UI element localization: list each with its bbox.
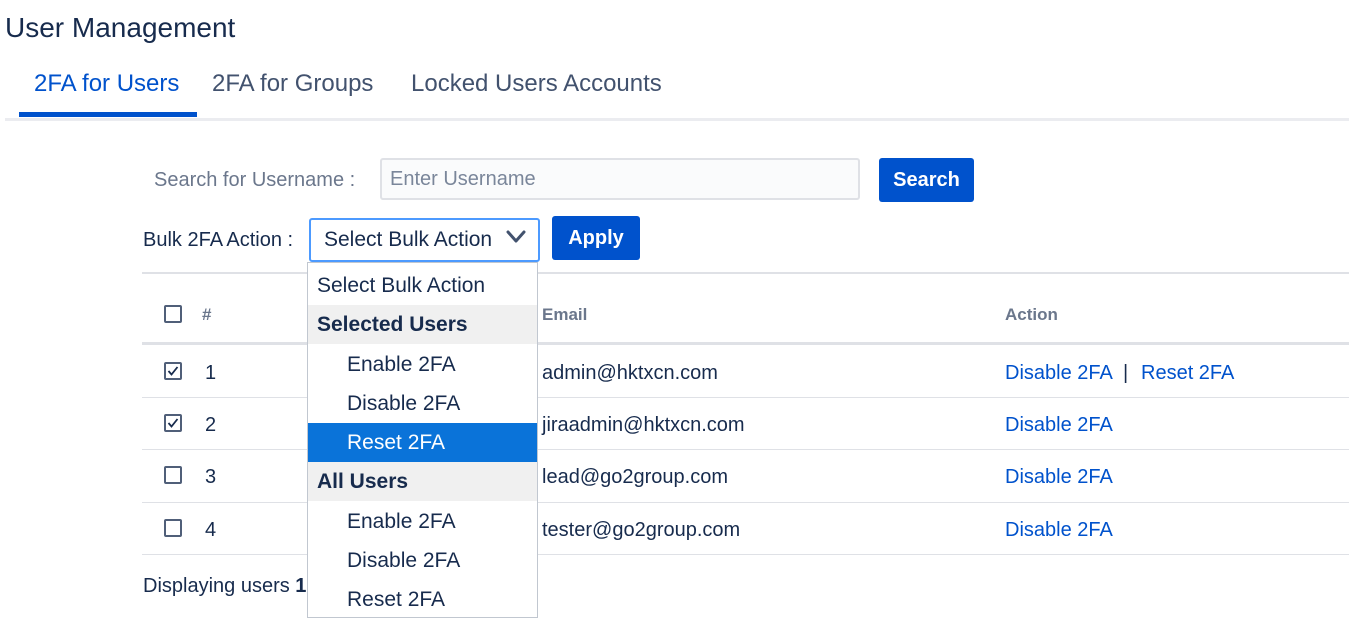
row-email: tester@go2group.com (542, 519, 741, 541)
search-button[interactable]: Search (879, 158, 974, 202)
row-email: jiraadmin@hktxcn.com (542, 414, 745, 436)
option-selected-enable-2fa[interactable]: Enable 2FA (308, 345, 537, 384)
checkmark-icon (167, 418, 179, 428)
chevron-down-icon (506, 230, 526, 243)
disable-2fa-link[interactable]: Disable 2FA (1005, 519, 1113, 542)
row-index: 4 (205, 519, 217, 541)
disable-2fa-link[interactable]: Disable 2FA (1005, 362, 1113, 385)
row-index: 3 (205, 466, 217, 488)
row-checkbox[interactable] (164, 519, 182, 537)
apply-button[interactable]: Apply (552, 216, 640, 260)
option-all-reset-2fa[interactable]: Reset 2FA (308, 580, 537, 619)
search-label: Search for Username : (154, 169, 356, 191)
tab-2fa-for-users[interactable]: 2FA for Users (34, 66, 179, 118)
tab-locked-users-accounts[interactable]: Locked Users Accounts (411, 66, 662, 118)
optgroup-all-users: All Users (308, 462, 537, 501)
bulk-action-selected-value: Select Bulk Action (324, 228, 493, 251)
row-email: admin@hktxcn.com (542, 362, 718, 384)
pagination-summary: Displaying users 1 (143, 575, 306, 598)
pagination-count: 1 (295, 575, 307, 597)
disable-2fa-link[interactable]: Disable 2FA (1005, 414, 1113, 437)
optgroup-selected-users: Selected Users (308, 305, 537, 344)
option-all-disable-2fa[interactable]: Disable 2FA (308, 541, 537, 580)
column-header-email: Email (542, 305, 588, 324)
row-checkbox[interactable] (164, 414, 182, 432)
row-index: 1 (205, 362, 217, 384)
username-search-input[interactable] (380, 158, 860, 200)
column-header-index: # (202, 305, 212, 324)
bulk-action-dropdown: Select Bulk Action Selected Users Enable… (307, 262, 538, 618)
option-selected-disable-2fa[interactable]: Disable 2FA (308, 384, 537, 423)
active-tab-indicator (19, 112, 197, 117)
action-separator: | (1123, 362, 1129, 384)
select-all-checkbox[interactable] (164, 305, 182, 323)
pagination-prefix: Displaying users (143, 575, 290, 597)
row-checkbox[interactable] (164, 466, 182, 484)
bulk-action-label: Bulk 2FA Action : (143, 229, 294, 251)
option-all-enable-2fa[interactable]: Enable 2FA (308, 502, 537, 541)
column-header-action: Action (1005, 305, 1058, 324)
row-email: lead@go2group.com (542, 466, 728, 488)
row-checkbox[interactable] (164, 362, 182, 380)
tab-2fa-for-groups[interactable]: 2FA for Groups (212, 66, 373, 118)
page-title: User Management (5, 12, 236, 43)
disable-2fa-link[interactable]: Disable 2FA (1005, 466, 1113, 489)
tab-bar: 2FA for Users 2FA for Groups Locked User… (5, 66, 1349, 121)
option-selected-reset-2fa[interactable]: Reset 2FA (308, 423, 537, 462)
row-index: 2 (205, 414, 217, 436)
checkmark-icon (167, 366, 179, 376)
reset-2fa-link[interactable]: Reset 2FA (1141, 362, 1234, 385)
bulk-action-select[interactable]: Select Bulk Action (309, 218, 540, 262)
option-select-bulk-action[interactable]: Select Bulk Action (308, 266, 537, 305)
